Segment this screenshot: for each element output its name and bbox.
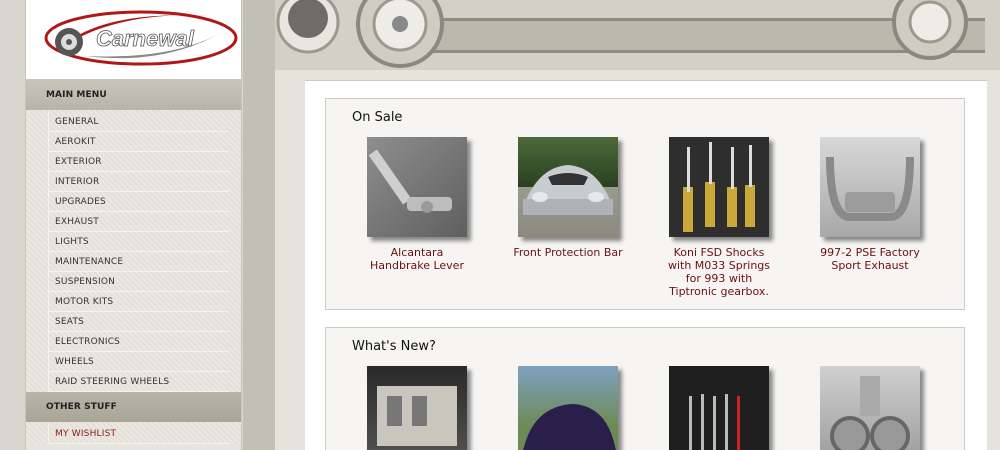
menu-item-general[interactable]: GENERAL (48, 112, 229, 132)
menu-item-exterior[interactable]: EXTERIOR (48, 152, 229, 172)
product-image[interactable] (518, 366, 618, 450)
main-menu-list: GENERAL AEROKIT EXTERIOR INTERIOR UPGRADES EX… (26, 110, 241, 392)
left-sidebar: Carnewal MAIN MENU GENERAL AEROKIT EXTERIO… (25, 0, 242, 450)
menu-item-raid-steering-wheels[interactable]: RAID STEERING WHEELS (48, 372, 229, 392)
product-image[interactable] (367, 137, 467, 237)
menu-item-electronics[interactable]: ELECTRONICS (48, 332, 229, 352)
menu-item-upgrades[interactable]: UPGRADES (48, 192, 229, 212)
product-card[interactable]: Alcantara Handbrake Lever (362, 137, 472, 272)
product-image[interactable] (669, 137, 769, 237)
product-card[interactable] (815, 366, 925, 450)
main-content-panel: On Sale Alcantara Handbrake Lever Front … (305, 80, 987, 450)
on-sale-section: On Sale Alcantara Handbrake Lever Front … (325, 98, 965, 310)
product-card[interactable] (362, 366, 472, 450)
logo[interactable]: Carnewal (26, 0, 241, 80)
carnewal-logo: Carnewal (44, 10, 238, 66)
product-card[interactable] (664, 366, 774, 450)
header-decoration (275, 0, 1000, 70)
product-image[interactable] (367, 366, 467, 450)
menu-item-maintenance[interactable]: MAINTENANCE (48, 252, 229, 272)
product-name[interactable]: Alcantara Handbrake Lever (362, 246, 472, 272)
product-card[interactable] (513, 366, 623, 450)
product-card[interactable]: 997-2 PSE Factory Sport Exhaust (815, 137, 925, 272)
header-banner (275, 0, 1000, 70)
menu-item-my-wishlist[interactable]: MY WISHLIST (48, 424, 229, 444)
menu-item-exhaust[interactable]: EXHAUST (48, 212, 229, 232)
menu-item-suspension[interactable]: SUSPENSION (48, 272, 229, 292)
product-image[interactable] (820, 366, 920, 450)
menu-item-aerokit[interactable]: AEROKIT (48, 132, 229, 152)
whats-new-section: What's New? (325, 327, 965, 450)
other-stuff-list: MY WISHLIST (26, 422, 241, 444)
menu-item-lights[interactable]: LIGHTS (48, 232, 229, 252)
main-menu-header: MAIN MENU (26, 80, 241, 110)
product-name[interactable]: 997-2 PSE Factory Sport Exhaust (815, 246, 925, 272)
menu-item-wheels[interactable]: WHEELS (48, 352, 229, 372)
product-image[interactable] (518, 137, 618, 237)
menu-item-interior[interactable]: INTERIOR (48, 172, 229, 192)
product-name[interactable]: Koni FSD Shocks with M033 Springs for 99… (664, 246, 774, 298)
product-card[interactable]: Front Protection Bar (513, 137, 623, 259)
menu-item-motor-kits[interactable]: MOTOR KITS (48, 292, 229, 312)
product-image[interactable] (669, 366, 769, 450)
whats-new-title: What's New? (352, 339, 436, 354)
other-stuff-header: OTHER STUFF (26, 392, 241, 422)
logo-text: Carnewal (96, 26, 195, 51)
product-card[interactable]: Koni FSD Shocks with M033 Springs for 99… (664, 137, 774, 298)
product-image[interactable] (820, 137, 920, 237)
product-name[interactable]: Front Protection Bar (513, 246, 623, 259)
menu-item-seats[interactable]: SEATS (48, 312, 229, 332)
divider-gutter (243, 0, 275, 450)
on-sale-title: On Sale (352, 110, 403, 125)
